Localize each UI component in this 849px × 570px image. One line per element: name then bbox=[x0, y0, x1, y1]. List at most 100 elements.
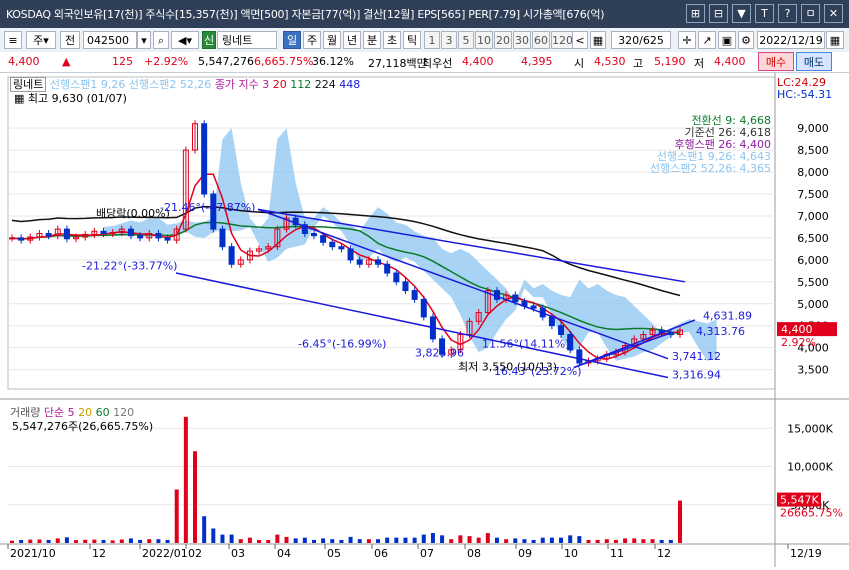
volume-bar bbox=[467, 536, 472, 543]
volume-bar bbox=[83, 539, 88, 543]
change-arrow-icon: ▲ bbox=[62, 55, 71, 68]
pin-icon[interactable]: T bbox=[755, 4, 774, 23]
volume-bar bbox=[202, 516, 207, 543]
volume-bar bbox=[275, 534, 280, 543]
search-icon[interactable]: ⌕ bbox=[153, 31, 169, 49]
volume-value: 5,547,276 bbox=[198, 55, 254, 68]
candle-body bbox=[393, 272, 400, 283]
open-price: 4,530 bbox=[594, 55, 626, 68]
buy-button[interactable]: 매수 bbox=[758, 52, 794, 71]
share-icon[interactable]: ⊟ bbox=[709, 4, 728, 23]
interval-60-button[interactable]: 60 bbox=[532, 31, 550, 49]
date-tick-label: 07 bbox=[420, 547, 434, 560]
high-marker: ▦ 최고 9,630 (01/07) bbox=[14, 90, 127, 106]
candle-body bbox=[576, 349, 583, 364]
volume-bar bbox=[476, 537, 481, 543]
period-5-button[interactable]: 초 bbox=[383, 31, 401, 49]
interval-20-button[interactable]: 20 bbox=[494, 31, 512, 49]
volume-bar bbox=[394, 537, 399, 543]
count-field[interactable]: 320/625 bbox=[611, 31, 671, 49]
date-input[interactable]: 2022/12/19 bbox=[757, 31, 825, 49]
speaker-icon[interactable]: ◀▾ bbox=[171, 31, 199, 49]
close-icon[interactable]: ✕ bbox=[824, 4, 843, 23]
interval-5-button[interactable]: 5 bbox=[458, 31, 474, 49]
period-1-button[interactable]: 주 bbox=[303, 31, 321, 49]
price-tick-label: 6,000 bbox=[797, 254, 829, 267]
sell-button[interactable]: 매도 bbox=[796, 52, 832, 71]
period-4-button[interactable]: 분 bbox=[363, 31, 381, 49]
table-icon[interactable]: ▦ bbox=[14, 92, 24, 105]
crosshair-icon[interactable]: ✛ bbox=[678, 31, 696, 49]
volume-bar bbox=[64, 537, 69, 543]
trendline-icon[interactable]: ↗ bbox=[698, 31, 716, 49]
trend-angle-2: -21.22°(-33.77%) bbox=[82, 260, 177, 273]
volume-bar bbox=[577, 536, 582, 543]
candle-body bbox=[411, 290, 418, 300]
volume-bar bbox=[504, 539, 509, 543]
volume-bar bbox=[55, 538, 60, 543]
stock-code-input[interactable]: 042500 bbox=[83, 31, 137, 49]
volume-bar bbox=[37, 539, 42, 543]
interval-3-button[interactable]: 3 bbox=[441, 31, 457, 49]
date-tick-label: 09 bbox=[518, 547, 532, 560]
menu-icon[interactable]: ≡ bbox=[4, 31, 22, 49]
code-dropdown-icon[interactable]: ▾ bbox=[137, 31, 151, 49]
ichimoku-legend-item: 선행스팬2 52,26: 4,365 bbox=[649, 162, 771, 175]
price-tick-label: 5,500 bbox=[797, 276, 829, 289]
volume-bar bbox=[339, 539, 344, 543]
high-marker-text: 최고 9,630 (01/07) bbox=[27, 92, 127, 105]
level-3741: 3,741.12 bbox=[672, 350, 721, 363]
date-tick-label: 06 bbox=[374, 547, 388, 560]
interval-120-button[interactable]: 120 bbox=[551, 31, 573, 49]
link-icon[interactable]: ⊞ bbox=[686, 4, 705, 23]
candle-body bbox=[512, 294, 519, 303]
volume-tick-label: 10,000K bbox=[787, 461, 833, 474]
interval-1-button[interactable]: 1 bbox=[424, 31, 440, 49]
date-calendar-icon[interactable]: ▦ bbox=[826, 31, 844, 49]
stock-name-field[interactable]: 링네트 bbox=[217, 31, 277, 49]
interval-30-button[interactable]: 30 bbox=[513, 31, 531, 49]
volume-bar bbox=[430, 533, 435, 543]
chart-area[interactable]: 9,000 8,500 8,000 7,500 7,000 6,500 6,000 5,500… bbox=[0, 73, 849, 567]
restore-icon[interactable]: ㅁ bbox=[801, 4, 820, 23]
period-0-button[interactable]: 일 bbox=[283, 31, 301, 49]
stock-toolbar: ≡ 주▾ 전 042500 ▾ ⌕ ◀▾ 신 링네트 일주월년분초틱 1 3 5 10… bbox=[0, 28, 849, 53]
candle-body bbox=[9, 237, 15, 240]
period-3-button[interactable]: 년 bbox=[343, 31, 361, 49]
volume-bar bbox=[549, 537, 554, 543]
volume-bar bbox=[357, 539, 362, 543]
best-quote-label: 최우선 bbox=[422, 57, 453, 70]
date-tick-label: 11 bbox=[610, 547, 624, 560]
save-icon[interactable]: ▣ bbox=[718, 31, 736, 49]
period-2-button[interactable]: 월 bbox=[323, 31, 341, 49]
volume-value-text: 5,547,276주(26,665.75%) bbox=[12, 420, 154, 433]
calendar-icon[interactable]: ▦ bbox=[590, 31, 606, 49]
stock-info-text: KOSDAQ 외국인보유[17(천)] 주식수[15,357(천)] 액면[50… bbox=[6, 8, 605, 21]
best-ask: 4,400 bbox=[462, 55, 494, 68]
volume-bar bbox=[449, 539, 454, 543]
candle-body bbox=[384, 263, 391, 274]
volume-bar bbox=[302, 537, 307, 543]
date-tick-label: 08 bbox=[467, 547, 481, 560]
candle-body bbox=[347, 248, 354, 261]
volume-bar bbox=[613, 539, 618, 543]
candle-body bbox=[329, 241, 336, 248]
volume-bar bbox=[485, 533, 490, 543]
market-select[interactable]: 주▾ bbox=[26, 31, 56, 49]
candle-body bbox=[558, 325, 565, 336]
date-tick-label: 04 bbox=[277, 547, 291, 560]
candle-body bbox=[228, 246, 235, 265]
settings-icon[interactable]: ⚙ bbox=[738, 31, 754, 49]
period-6-button[interactable]: 틱 bbox=[403, 31, 421, 49]
low-annotation: 최저 3,550 (10/13) bbox=[458, 361, 557, 374]
volume-bar bbox=[147, 539, 152, 543]
volume-bar bbox=[678, 500, 682, 543]
minimize-icon[interactable]: ▼ bbox=[732, 4, 751, 23]
all-button[interactable]: 전 bbox=[60, 31, 80, 49]
volume-bar bbox=[403, 537, 408, 543]
prev-icon[interactable]: < bbox=[572, 31, 588, 49]
interval-10-button[interactable]: 10 bbox=[475, 31, 493, 49]
volume-bar bbox=[540, 537, 545, 543]
volume-bar bbox=[101, 539, 106, 543]
help-icon[interactable]: ? bbox=[778, 4, 797, 23]
